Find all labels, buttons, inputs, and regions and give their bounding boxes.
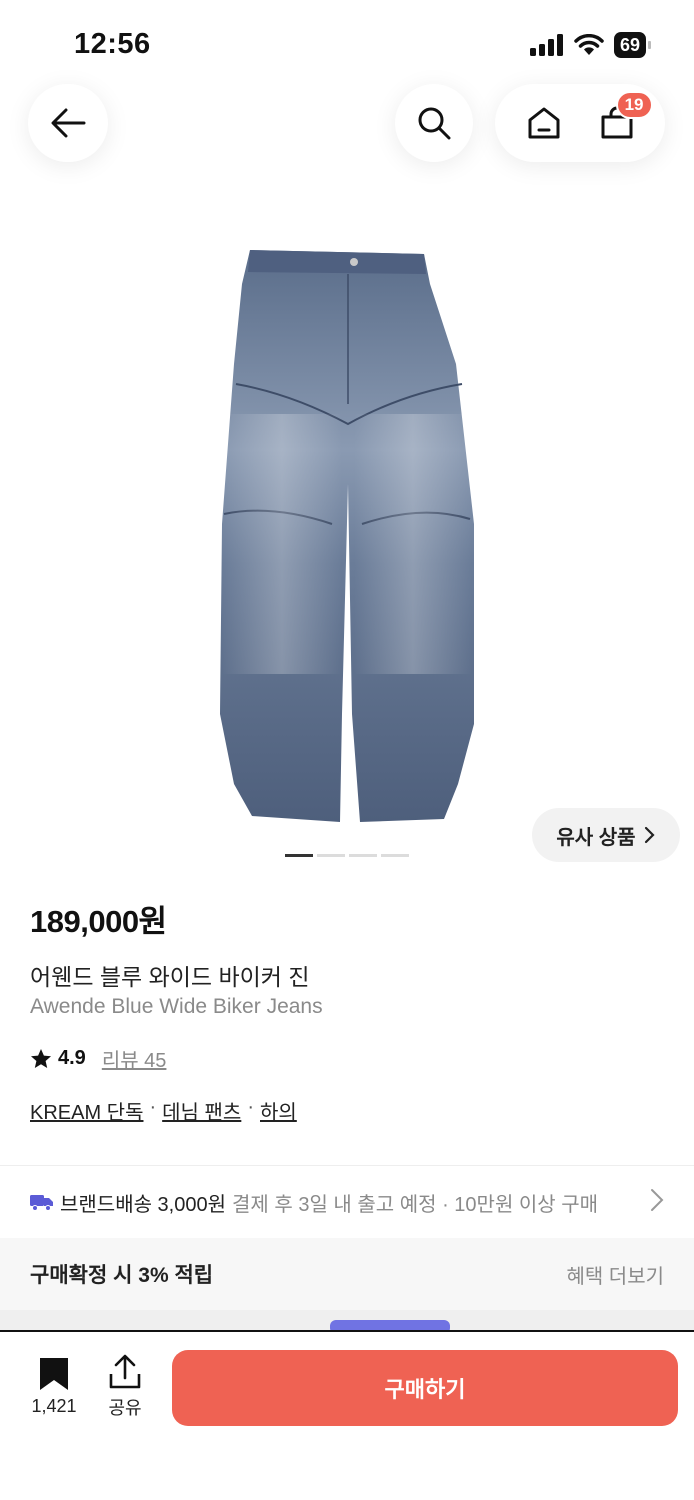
back-arrow-icon <box>51 108 86 138</box>
buy-button[interactable]: 구매하기 <box>172 1350 678 1426</box>
pager-dot <box>285 854 313 857</box>
shipping-detail: 결제 후 3일 내 출고 예정 · 10만원 이상 구매 <box>232 1193 599 1216</box>
pager-dot <box>317 854 345 857</box>
bookmark-count: 1,421 <box>31 1396 77 1416</box>
star-icon <box>31 1048 51 1068</box>
cart-button[interactable]: 19 <box>587 91 653 153</box>
cellular-signal-icon <box>529 34 563 56</box>
share-label: 공유 <box>108 1398 142 1418</box>
home-cart-group: 19 <box>495 84 665 162</box>
status-bar: 12:56 69 <box>0 0 694 90</box>
chevron-right-icon <box>651 1189 664 1211</box>
search-button[interactable] <box>395 84 473 162</box>
battery-indicator: 69 <box>613 32 652 58</box>
benefit-more-link[interactable]: 혜택 더보기 <box>566 1260 664 1289</box>
bottom-action-bar: 1,421 공유 구매하기 <box>0 1330 694 1500</box>
home-icon <box>528 107 559 139</box>
bookmark-icon <box>40 1358 68 1390</box>
tag-exclusive[interactable]: KREAM 단독 <box>30 1096 143 1125</box>
benefit-label: 구매확정 시 3% 적립 <box>30 1264 214 1287</box>
product-image[interactable] <box>212 244 484 834</box>
product-name-ko: 어웬드 블루 와이드 바이커 진 <box>30 964 310 990</box>
home-button[interactable] <box>514 93 574 153</box>
bookmark-button[interactable]: 1,421 <box>22 1356 86 1417</box>
cart-count-badge: 19 <box>615 91 653 119</box>
wifi-icon <box>574 34 604 55</box>
section-divider <box>0 1165 694 1166</box>
tag-separator: · <box>149 1096 157 1118</box>
image-pager <box>285 854 409 857</box>
status-icons: 69 <box>529 32 652 58</box>
tag-separator: · <box>247 1096 254 1118</box>
benefit-row: 구매확정 시 3% 적립 혜택 더보기 <box>0 1238 694 1310</box>
status-time: 12:56 <box>74 28 151 60</box>
truck-icon <box>30 1195 53 1211</box>
category-tags: KREAM 단독 · 데님 팬츠 · 하의 <box>30 1096 297 1125</box>
review-link[interactable]: 리뷰 45 <box>102 1044 167 1073</box>
pager-dot <box>381 854 409 857</box>
tag-bottoms[interactable]: 하의 <box>260 1096 297 1125</box>
shipping-info-row[interactable]: 브랜드배송 3,000원 결제 후 3일 내 출고 예정 · 10만원 이상 구… <box>30 1182 670 1222</box>
chevron-right-icon <box>644 826 655 844</box>
shipping-label: 브랜드배송 3,000원 <box>60 1193 227 1216</box>
similar-products-button[interactable]: 유사 상품 <box>532 808 680 862</box>
share-icon <box>109 1354 141 1389</box>
product-price: 189,000원 <box>30 904 167 939</box>
similar-products-label: 유사 상품 <box>556 826 636 849</box>
pager-dot <box>349 854 377 857</box>
search-icon <box>418 107 451 140</box>
share-button[interactable]: 공유 <box>98 1354 152 1420</box>
rating-row: 4.9 리뷰 45 <box>30 1044 166 1073</box>
product-name-en: Awende Blue Wide Biker Jeans <box>30 995 323 1018</box>
back-button[interactable] <box>28 84 108 162</box>
tag-denim-pants[interactable]: 데님 팬츠 <box>162 1096 241 1125</box>
rating-value: 4.9 <box>58 1047 86 1069</box>
